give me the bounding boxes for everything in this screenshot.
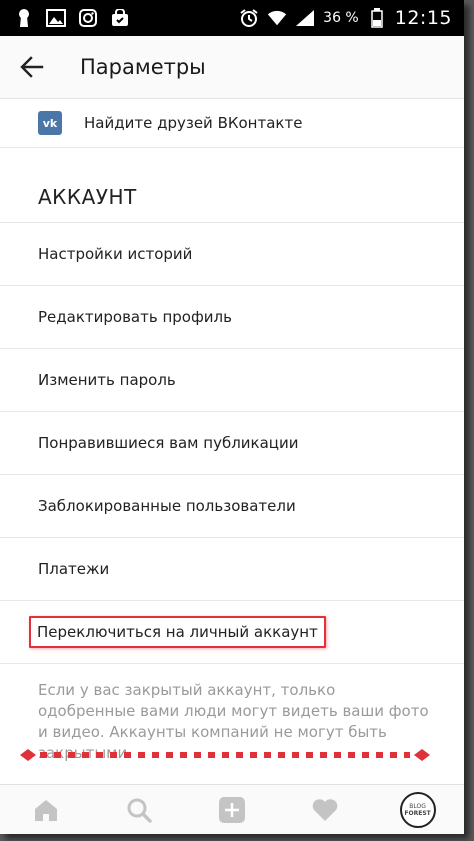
vk-logo-icon: vk (38, 111, 62, 135)
nav-profile-button[interactable]: BLOG FOREST (393, 785, 443, 834)
nav-activity-button[interactable] (300, 785, 350, 834)
profile-avatar: BLOG FOREST (399, 792, 436, 828)
add-icon (218, 797, 245, 823)
home-icon (35, 800, 58, 821)
change-password-item[interactable]: Изменить пароль (0, 349, 464, 412)
clock: 12:15 (394, 7, 452, 29)
liked-posts-item[interactable]: Понравившиеся вам публикации (0, 412, 464, 475)
settings-list: vk Найдите друзей ВКонтакте АККАУНТ Наст… (0, 99, 464, 764)
vk-find-friends-label: Найдите друзей ВКонтакте (84, 114, 303, 132)
bag-icon (110, 8, 130, 28)
app-header: Параметры (0, 36, 464, 99)
highlighted-item-label: Переключиться на личный аккаунт (29, 616, 326, 648)
image-icon (46, 8, 66, 28)
battery-icon (367, 8, 387, 28)
bottom-navigation: BLOG FOREST (0, 784, 464, 834)
page-title: Параметры (80, 55, 206, 79)
vk-find-friends-row[interactable]: vk Найдите друзей ВКонтакте (0, 99, 464, 148)
item-label: Заблокированные пользователи (38, 497, 296, 515)
item-label: Редактировать профиль (38, 308, 232, 326)
avatar-text-bottom: FOREST (404, 809, 431, 817)
payments-item[interactable]: Платежи (0, 538, 464, 601)
heart-icon (312, 799, 338, 821)
keyhole-icon (14, 8, 34, 28)
section-header-account: АККАУНТ (0, 148, 464, 223)
search-icon (127, 798, 152, 823)
dotted-annotation-arrow (20, 749, 430, 761)
alarm-icon (239, 8, 259, 28)
nav-search-button[interactable] (114, 785, 164, 834)
battery-percent: 36 % (323, 10, 359, 26)
nav-add-button[interactable] (207, 785, 257, 834)
signal-icon (295, 8, 315, 28)
item-label: Понравившиеся вам публикации (38, 434, 299, 452)
item-label: Изменить пароль (38, 371, 176, 389)
nav-home-button[interactable] (21, 785, 71, 834)
instagram-icon (78, 8, 98, 28)
story-settings-item[interactable]: Настройки историй (0, 223, 464, 286)
blocked-users-item[interactable]: Заблокированные пользователи (0, 475, 464, 538)
edit-profile-item[interactable]: Редактировать профиль (0, 286, 464, 349)
back-button[interactable] (0, 36, 64, 98)
phone-screen: 36 % 12:15 Параметры vk Найдите друзей В… (0, 0, 464, 834)
item-label: Платежи (38, 560, 110, 578)
item-label: Настройки историй (38, 245, 193, 263)
wifi-icon (267, 8, 287, 28)
switch-to-personal-account-item[interactable]: Переключиться на личный аккаунт (0, 601, 464, 664)
arrow-left-icon (20, 56, 44, 78)
section-title: АККАУНТ (38, 185, 137, 209)
status-bar: 36 % 12:15 (0, 0, 464, 36)
